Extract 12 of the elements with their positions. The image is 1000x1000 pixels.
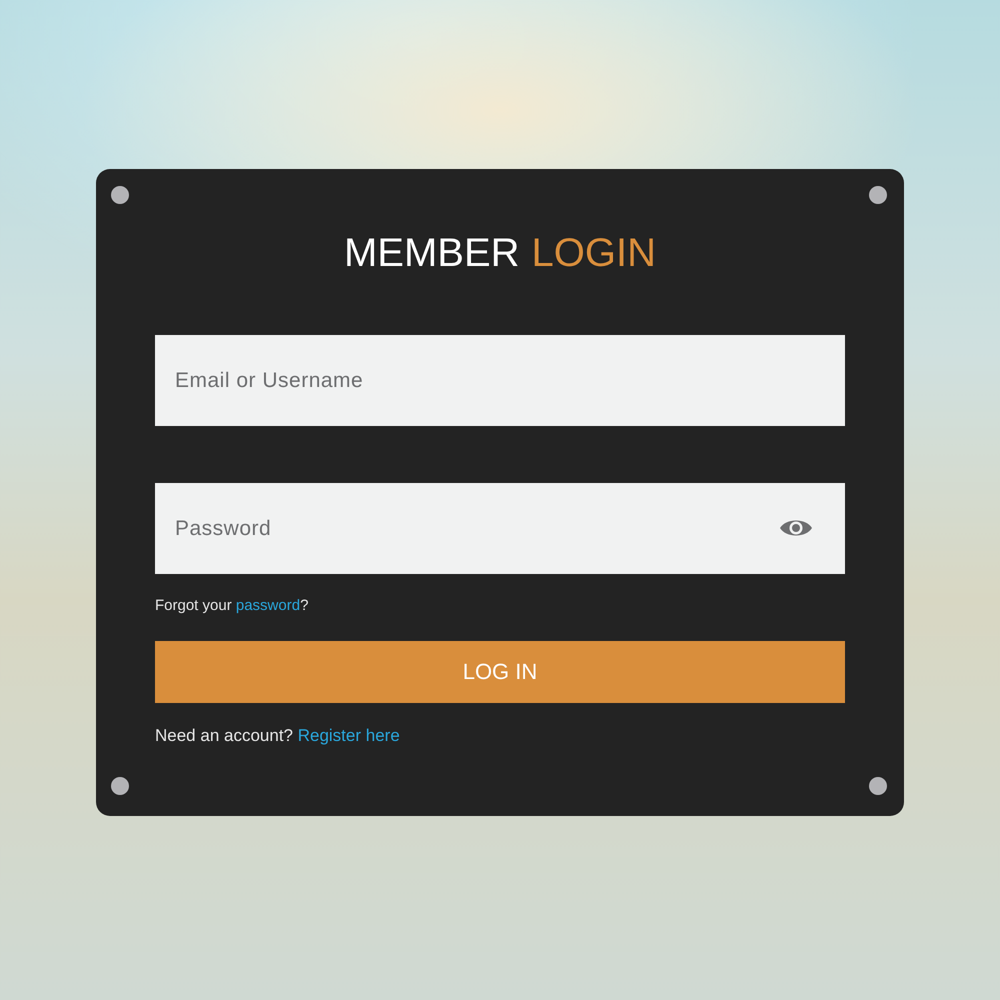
login-title: MEMBER [344, 230, 520, 277]
input-field[interactable]: Email or Username [155, 335, 845, 426]
screw-icon [111, 777, 129, 795]
password-field[interactable]: Password [155, 483, 845, 574]
screw-icon [869, 186, 887, 204]
login-title-highlight: LOGIN [532, 230, 656, 277]
password-link[interactable]: password [236, 597, 300, 614]
forgot-password-text: Forgot your password? [155, 596, 308, 616]
register-text: Need an account? Register here [155, 725, 400, 747]
screw-icon [111, 186, 129, 204]
register-link[interactable]: Register here [298, 726, 400, 745]
screw-icon [869, 777, 887, 795]
